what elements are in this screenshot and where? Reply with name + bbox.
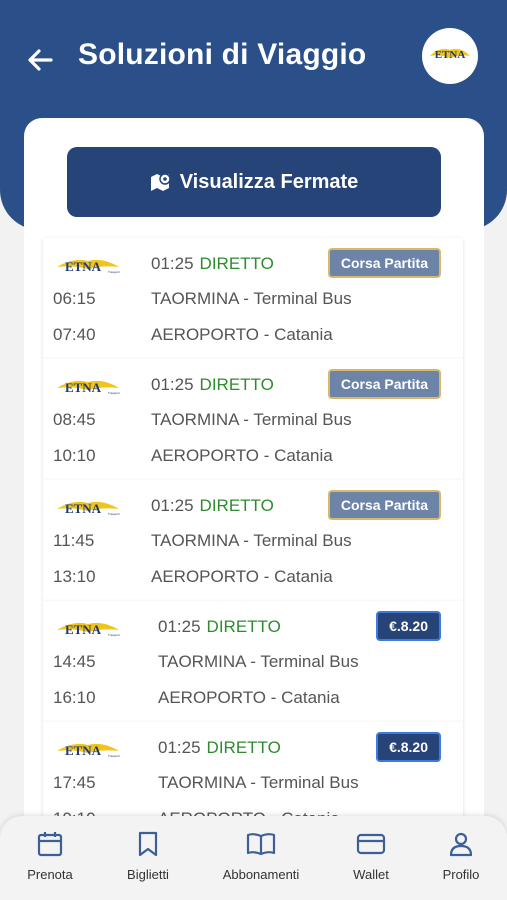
svg-text:ETNA: ETNA [65,259,102,274]
nav-label: Prenota [27,867,73,882]
trip-duration: 01:25 [151,375,194,394]
trip-type: DIRETTO [206,617,281,636]
svg-text:ETNA: ETNA [65,380,102,395]
departure-time: 08:45 [53,410,96,429]
trip-duration-row: 01:25 DIRETTO [151,496,274,516]
svg-text:Trasporti: Trasporti [108,754,120,758]
nav-label: Abbonamenti [222,867,300,882]
trip-duration-row: 01:25 DIRETTO [151,375,274,395]
trip-duration-row: 01:25 DIRETTO [151,254,274,274]
trip-duration: 01:25 [151,254,194,273]
departure-time: 11:45 [53,531,95,550]
company-logo-icon: ETNA Trasporti [57,501,120,516]
page-title: Soluzioni di Viaggio [78,38,367,71]
departure-stop: TAORMINA - Terminal Bus [151,531,352,550]
trip-duration-row: 01:25 DIRETTO [158,738,281,758]
nav-item-abbonamenti[interactable]: Abbonamenti [216,830,306,882]
trip-card[interactable]: ETNA Trasporti 01:25 DIRETTO Corsa Partit… [43,480,463,601]
results-card: Visualizza Fermate ETNA Trasporti 01:25 D… [24,118,484,900]
trip-duration: 01:25 [151,496,194,515]
company-logo: ETNA [422,28,478,84]
trip-duration: 01:25 [158,617,201,636]
arrow-left-icon [28,49,53,71]
arrival-time: 16:10 [53,688,96,707]
nav-item-wallet[interactable]: Wallet [326,830,416,882]
map-marker-icon [150,173,171,191]
nav-item-prenota[interactable]: Prenota [5,830,95,882]
svg-text:Trasporti: Trasporti [108,512,120,516]
trip-list: ETNA Trasporti 01:25 DIRETTO Corsa Partit… [43,238,463,843]
arrival-time: 13:10 [53,567,96,586]
trip-card[interactable]: ETNA Trasporti 01:25 DIRETTO Corsa Partit… [43,359,463,480]
departure-time: 06:15 [53,289,96,308]
arrival-stop: AEROPORTO - Catania [158,688,340,707]
trip-card[interactable]: ETNA Trasporti 01:25 DIRETTO Corsa Partit… [43,238,463,359]
nav-item-profilo[interactable]: Profilo [416,830,506,882]
arrival-stop: AEROPORTO - Catania [151,446,333,465]
nav-item-biglietti[interactable]: Biglietti [103,830,193,882]
departure-time: 17:45 [53,773,96,792]
company-logo-icon: ETNA Trasporti [57,380,120,395]
trip-type: DIRETTO [199,375,274,394]
calendar-icon [37,830,63,858]
svg-text:Trasporti: Trasporti [108,391,120,395]
trip-card[interactable]: ETNA Trasporti 01:25 DIRETTO €.8.20 14:45… [43,601,463,722]
departed-badge: Corsa Partita [327,490,441,520]
departure-time: 14:45 [53,652,96,671]
departed-badge: Corsa Partita [327,248,441,278]
svg-text:ETNA: ETNA [65,622,102,637]
arrival-time: 07:40 [53,325,96,344]
arrival-stop: AEROPORTO - Catania [151,567,333,586]
arrival-time: 10:10 [53,446,96,465]
company-logo-icon: ETNA Trasporti [57,743,120,758]
price-button[interactable]: €.8.20 [376,732,441,762]
departure-stop: TAORMINA - Terminal Bus [158,773,359,792]
svg-text:ETNA: ETNA [65,501,102,516]
svg-text:ETNA: ETNA [65,743,102,758]
company-logo-icon: ETNA Trasporti [57,622,120,637]
show-stops-button[interactable]: Visualizza Fermate [67,147,441,217]
bookmark-icon [137,830,159,858]
show-stops-label: Visualizza Fermate [179,170,359,193]
trip-duration-row: 01:25 DIRETTO [158,617,281,637]
departure-stop: TAORMINA - Terminal Bus [151,410,352,429]
back-button[interactable] [22,42,58,78]
arrival-stop: AEROPORTO - Catania [151,325,333,344]
nav-label: Wallet [353,867,389,882]
departure-stop: TAORMINA - Terminal Bus [151,289,352,308]
user-icon [448,830,474,858]
bottom-navigation: Prenota Biglietti Abbonamenti Wallet Pro… [0,816,507,900]
departure-stop: TAORMINA - Terminal Bus [158,652,359,671]
svg-text:Trasporti: Trasporti [108,633,120,637]
trip-type: DIRETTO [206,738,281,757]
trip-type: DIRETTO [199,254,274,273]
logo-text: ETNA [435,49,466,61]
company-logo-icon: ETNA Trasporti [57,259,120,274]
departed-badge: Corsa Partita [327,369,441,399]
nav-label: Biglietti [127,867,169,882]
price-button[interactable]: €.8.20 [376,611,441,641]
trip-duration: 01:25 [158,738,201,757]
nav-label: Profilo [442,867,480,882]
trip-type: DIRETTO [199,496,274,515]
book-icon [246,830,276,858]
wallet-icon [356,830,386,858]
svg-text:Trasporti: Trasporti [108,270,120,274]
